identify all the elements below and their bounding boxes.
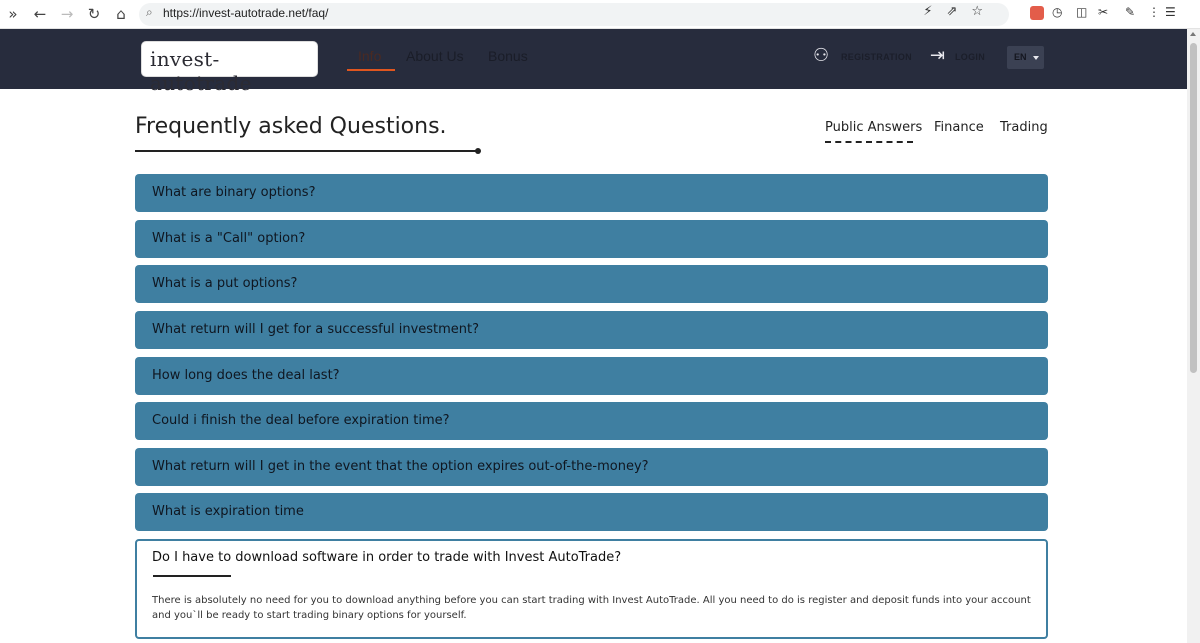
scroll-up-icon[interactable] [1190,32,1196,36]
faq-item-expanded[interactable]: Do I have to download software in order … [135,539,1048,639]
faq-item[interactable]: How long does the deal last? [135,357,1048,395]
title-underline-dot [475,148,481,154]
faq-question: What are binary options? [152,185,316,200]
faq-item[interactable]: What is a "Call" option? [135,220,1048,258]
sidebar-toggle-icon[interactable]: » [3,4,23,24]
language-label: EN [1014,52,1027,62]
login-link[interactable]: LOGIN [955,52,985,62]
faq-item[interactable]: What is a put options? [135,265,1048,303]
history-icon[interactable]: ◷ [1052,5,1062,19]
faq-question-underline [153,575,231,577]
faq-question: What is expiration time [152,504,304,519]
address-bar-actions[interactable]: ⚡⇗☆ [923,4,997,19]
menu-icon[interactable]: ☰ [1165,5,1176,19]
page-title: Frequently asked Questions. [135,114,447,139]
faq-item[interactable]: What return will I get in the event that… [135,448,1048,486]
title-underline [135,150,478,152]
home-icon[interactable]: ⌂ [111,4,131,24]
nav-active-underline [347,69,395,71]
nav-info[interactable]: Info [358,48,381,64]
scissors-icon[interactable]: ✂ [1098,5,1108,19]
faq-question: Do I have to download software in order … [152,550,622,565]
page-scrollbar[interactable] [1187,29,1200,643]
extension-icon[interactable] [1030,6,1044,20]
split-view-icon[interactable]: ◫ [1076,5,1087,19]
search-icon: ⌕ [146,5,153,19]
faq-item[interactable]: What return will I get for a successful … [135,311,1048,349]
reload-icon[interactable]: ↻ [84,4,104,24]
tab-public-answers[interactable]: Public Answers [825,120,922,135]
forward-icon[interactable]: → [57,4,77,24]
tab-active-underline [825,141,913,143]
more-icon[interactable]: ⋮ [1148,5,1160,19]
faq-question: How long does the deal last? [152,368,340,383]
logo-text: invest-autotrade [150,47,252,95]
nav-about-us[interactable]: About Us [406,48,464,64]
faq-question: What is a put options? [152,276,298,291]
faq-item[interactable]: What are binary options? [135,174,1048,212]
pen-icon[interactable]: ✎ [1125,5,1135,19]
url-text: https://invest-autotrade.net/faq/ [163,6,329,20]
tab-finance[interactable]: Finance [934,120,984,135]
language-selector[interactable]: EN [1007,46,1044,69]
login-icon: ⇥ [930,45,946,66]
tab-trading[interactable]: Trading [1000,120,1048,135]
scroll-thumb[interactable] [1190,43,1197,373]
faq-answer: There is absolutely no need for you to d… [152,595,1031,621]
chevron-down-icon [1033,56,1039,60]
faq-question: Could i finish the deal before expiratio… [152,413,450,428]
faq-item[interactable]: Could i finish the deal before expiratio… [135,402,1048,440]
site-header: invest-autotrade Info About Us Bonus ⚇ R… [0,29,1187,95]
users-icon: ⚇ [813,45,830,66]
faq-question: What return will I get in the event that… [152,459,649,474]
nav-bonus[interactable]: Bonus [488,48,528,64]
site-logo[interactable]: invest-autotrade [141,41,318,95]
address-bar[interactable]: ⌕ https://invest-autotrade.net/faq/ ⚡⇗☆ [139,3,1009,26]
registration-link[interactable]: REGISTRATION [841,52,912,62]
faq-question: What return will I get for a successful … [152,322,480,337]
faq-question: What is a "Call" option? [152,231,306,246]
browser-toolbar: » ← → ↻ ⌂ ⌕ https://invest-autotrade.net… [0,0,1200,29]
back-icon[interactable]: ← [30,4,50,24]
faq-item[interactable]: What is expiration time [135,493,1048,531]
